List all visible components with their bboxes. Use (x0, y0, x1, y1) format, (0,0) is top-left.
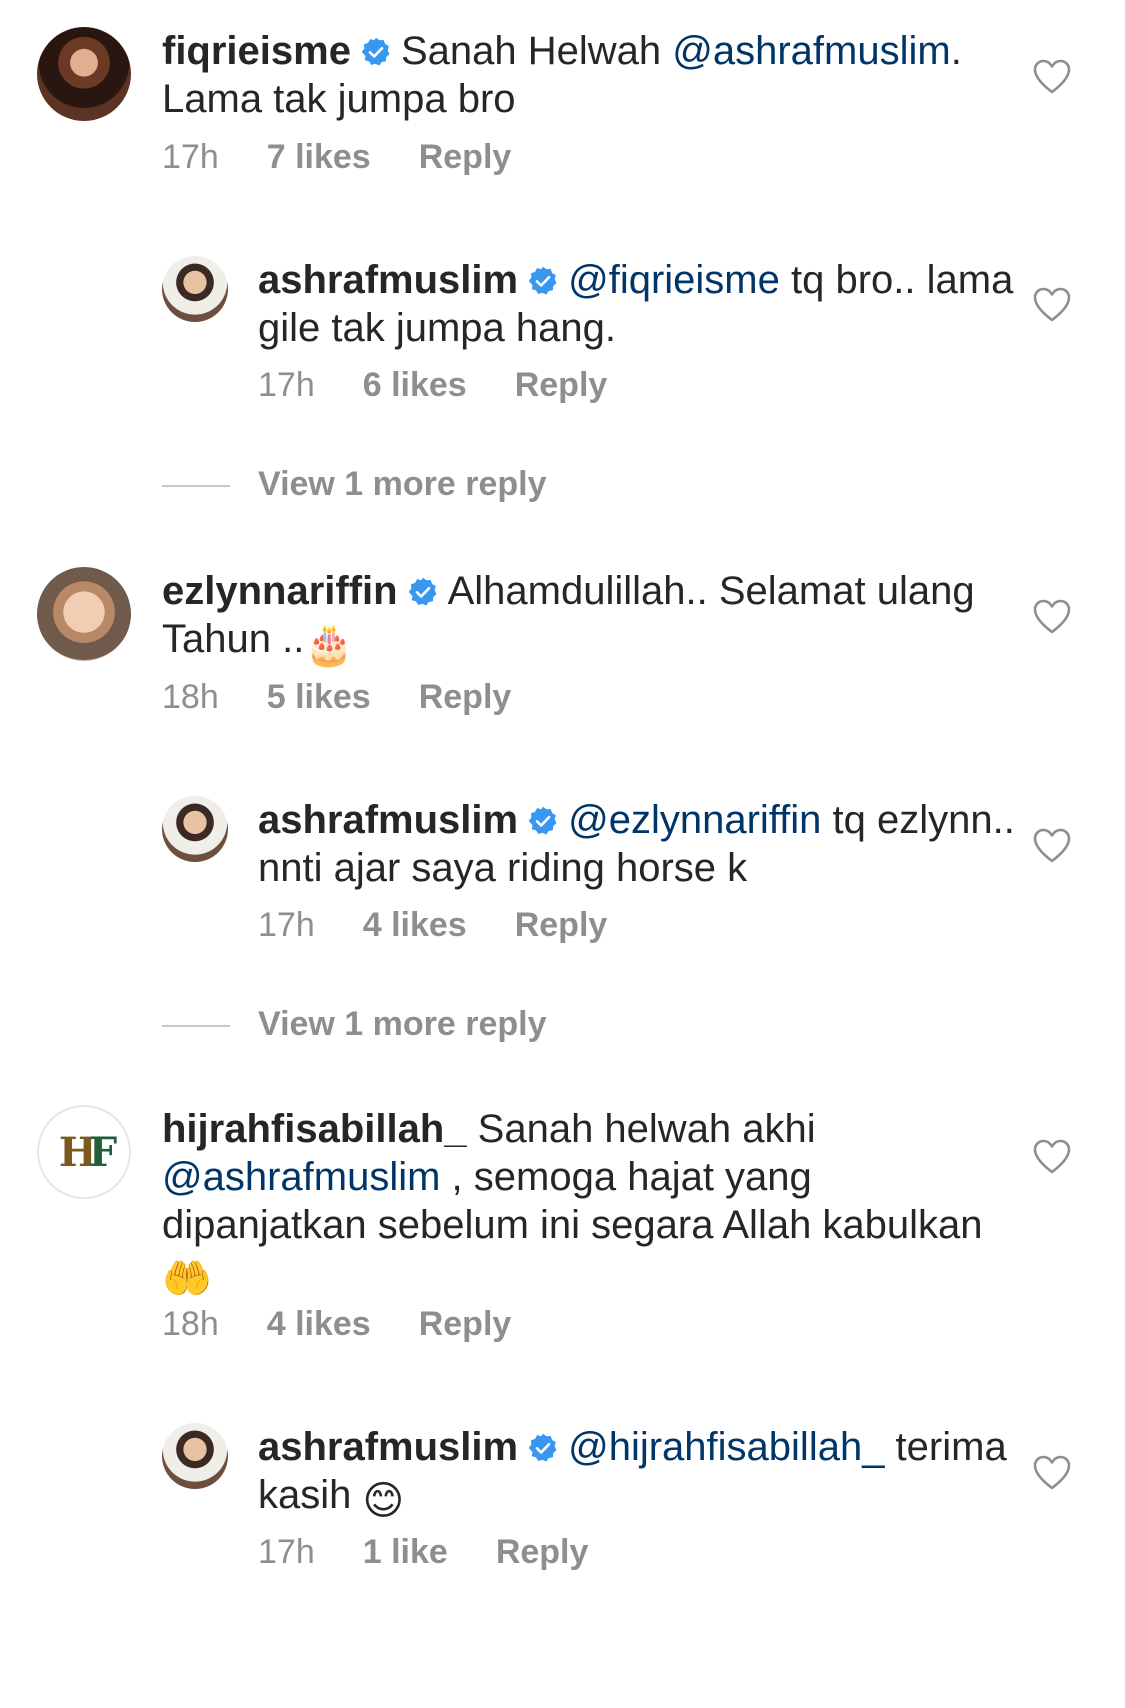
comment-meta: 18h 5 likes Reply (162, 678, 559, 717)
likes-count[interactable]: 1 like (363, 1533, 448, 1571)
comment-text: hijrahfisabillah_ Sanah helwah akhi @ash… (162, 1105, 1022, 1303)
timestamp: 17h (258, 366, 315, 404)
heart-outline-icon[interactable] (1032, 826, 1072, 866)
heart-outline-icon[interactable] (1032, 57, 1072, 97)
comment-text: fiqrieisme Sanah Helwah @ashrafmuslim. La… (162, 27, 1022, 123)
comment-meta: 18h 4 likes Reply (162, 1305, 559, 1344)
likes-count[interactable]: 5 likes (267, 678, 371, 716)
view-more-label[interactable]: View 1 more reply (258, 1005, 547, 1044)
avatar[interactable]: HF (37, 1105, 131, 1199)
username[interactable]: hijrahfisabillah_ (162, 1107, 467, 1151)
mention-link[interactable]: @ashrafmuslim (672, 29, 950, 73)
avatar[interactable] (37, 27, 131, 121)
likes-count[interactable]: 7 likes (267, 138, 371, 176)
timestamp: 17h (162, 138, 219, 176)
comment-body: Sanah Helwah (400, 29, 673, 73)
timestamp: 17h (258, 1533, 315, 1571)
heart-outline-icon[interactable] (1032, 285, 1072, 325)
username[interactable]: fiqrieisme (162, 29, 351, 73)
reply-button[interactable]: Reply (515, 906, 608, 944)
view-more-label[interactable]: View 1 more reply (258, 465, 547, 504)
likes-count[interactable]: 6 likes (363, 366, 467, 404)
divider (162, 1025, 230, 1027)
verified-badge-icon (528, 266, 558, 296)
comment-text: ashrafmuslim @ezlynnariffin tq ezlynn.. n… (258, 796, 1018, 892)
avatar[interactable] (37, 567, 131, 661)
smiling-face-emoji: 😊 (362, 1479, 405, 1523)
mention-link[interactable]: @hijrahfisabillah_ (568, 1425, 884, 1469)
avatar[interactable] (162, 1423, 228, 1489)
avatar[interactable] (162, 796, 228, 862)
heart-outline-icon[interactable] (1032, 597, 1072, 637)
username[interactable]: ashrafmuslim (258, 258, 518, 302)
username[interactable]: ezlynnariffin (162, 569, 398, 613)
reply-button[interactable]: Reply (496, 1533, 589, 1571)
verified-badge-icon (528, 806, 558, 836)
mention-link[interactable]: @ezlynnariffin (568, 798, 821, 842)
comment-text: ashrafmuslim @hijrahfisabillah_ terima ka… (258, 1423, 1018, 1525)
reply-button[interactable]: Reply (419, 678, 512, 716)
verified-badge-icon (361, 37, 391, 67)
avatar[interactable] (162, 256, 228, 322)
palms-up-emoji: 🤲 (162, 1257, 212, 1301)
comment-text: ezlynnariffin Alhamdulillah.. Selamat ula… (162, 567, 1022, 669)
heart-outline-icon[interactable] (1032, 1453, 1072, 1493)
comment-text: ashrafmuslim @fiqrieisme tq bro.. lama gi… (258, 256, 1018, 352)
reply-button[interactable]: Reply (419, 138, 512, 176)
verified-badge-icon (408, 577, 438, 607)
reply-button[interactable]: Reply (419, 1305, 512, 1343)
username[interactable]: ashrafmuslim (258, 1425, 518, 1469)
mention-link[interactable]: @fiqrieisme (568, 258, 780, 302)
reply-button[interactable]: Reply (515, 366, 608, 404)
birthday-cake-emoji: 🎂 (304, 623, 355, 667)
comment-meta: 17h 6 likes Reply (258, 366, 655, 405)
hf-logo: HF (58, 1128, 117, 1176)
timestamp: 18h (162, 678, 219, 716)
likes-count[interactable]: 4 likes (363, 906, 467, 944)
comment-meta: 17h 7 likes Reply (162, 138, 559, 177)
comment-meta: 17h 4 likes Reply (258, 906, 655, 945)
comment-body: Sanah helwah akhi (466, 1107, 816, 1151)
comment-meta: 17h 1 like Reply (258, 1533, 636, 1572)
timestamp: 17h (258, 906, 315, 944)
divider (162, 485, 230, 487)
username[interactable]: ashrafmuslim (258, 798, 518, 842)
timestamp: 18h (162, 1305, 219, 1343)
mention-link[interactable]: @ashrafmuslim (162, 1155, 440, 1199)
likes-count[interactable]: 4 likes (267, 1305, 371, 1343)
heart-outline-icon[interactable] (1032, 1137, 1072, 1177)
verified-badge-icon (528, 1433, 558, 1463)
